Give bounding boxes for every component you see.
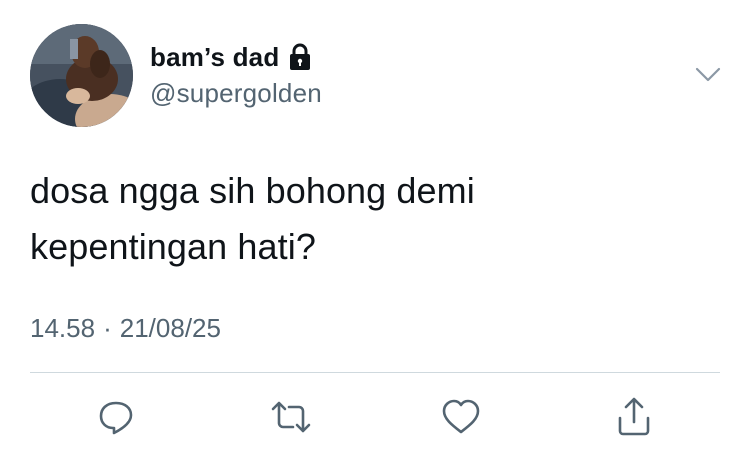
display-name[interactable]: bam’s dad	[150, 42, 279, 73]
name-row: bam’s dad	[150, 42, 313, 72]
tweet-card: bam’s dad @supergolden dosa ngga sih boh…	[0, 0, 750, 461]
timestamp-separator: ·	[103, 313, 112, 343]
reply-icon	[99, 401, 133, 435]
action-bar	[0, 393, 750, 443]
tweet-text-line: dosa ngga sih bohong demi	[30, 170, 475, 211]
reply-button[interactable]	[92, 393, 140, 441]
tweet-text: dosa ngga sih bohong demi kepentingan ha…	[30, 163, 650, 275]
share-icon	[618, 397, 650, 436]
lock-icon	[287, 42, 313, 72]
retweet-icon	[271, 401, 311, 433]
avatar[interactable]	[30, 24, 133, 127]
share-button[interactable]	[610, 393, 658, 441]
tweet-time: 14.58	[30, 313, 96, 343]
user-handle[interactable]: @supergolden	[150, 78, 322, 109]
divider	[30, 372, 720, 373]
like-button[interactable]	[437, 393, 485, 441]
avatar-photo	[30, 24, 133, 127]
tweet-text-line: kepentingan hati?	[30, 226, 316, 267]
tweet-timestamp[interactable]: 14.58 · 21/08/25	[30, 313, 221, 344]
tweet-date: 21/08/25	[119, 313, 221, 343]
retweet-button[interactable]	[267, 393, 315, 441]
heart-icon	[442, 399, 480, 434]
chevron-down-icon[interactable]	[692, 60, 724, 88]
